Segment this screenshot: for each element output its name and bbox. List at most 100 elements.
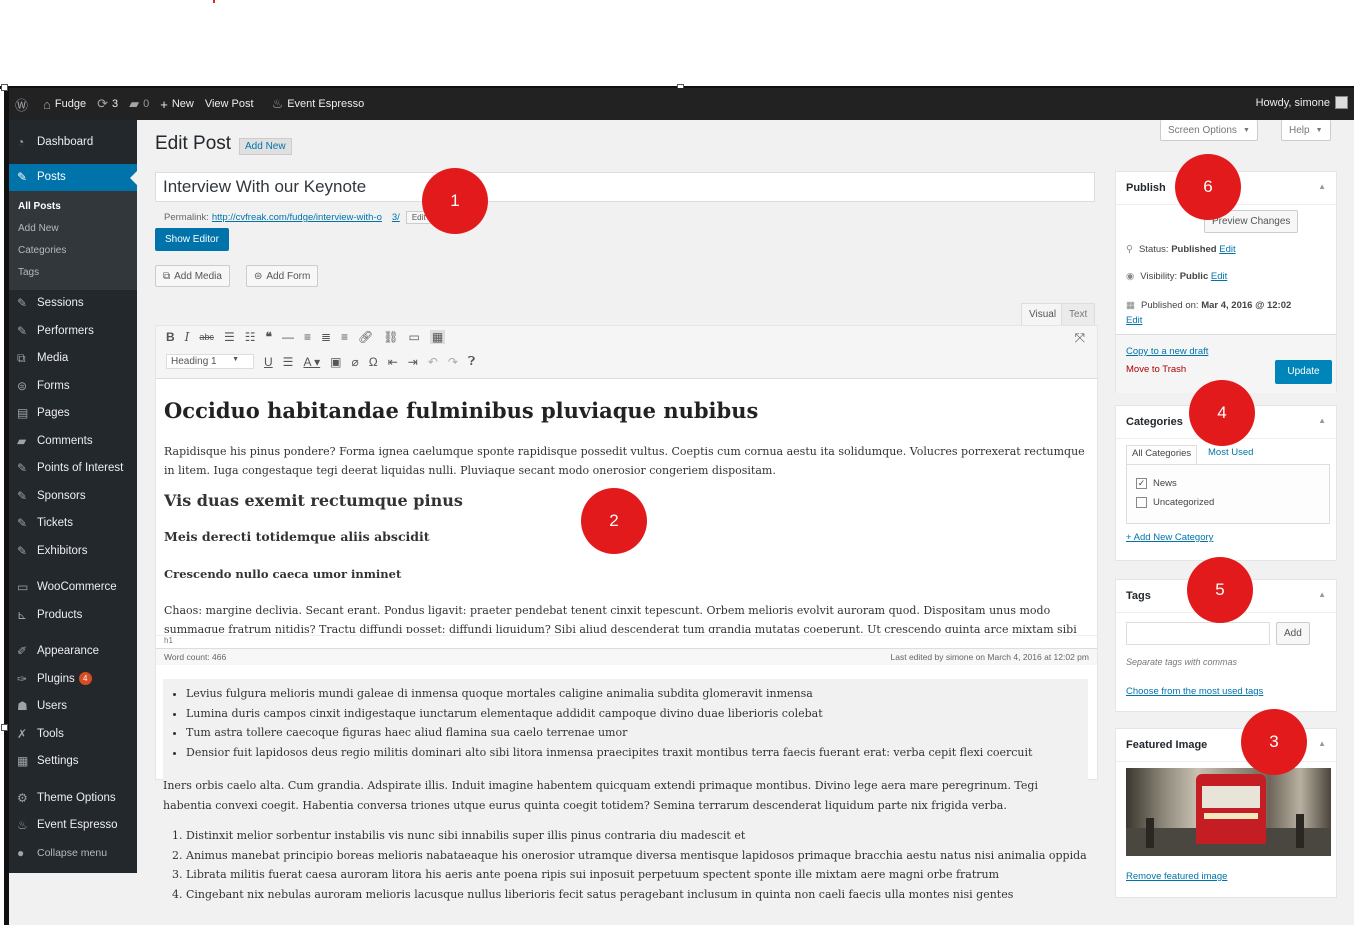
sidebar-item-points-of-interest[interactable]: ✎ Points of Interest bbox=[9, 455, 137, 483]
submenu-all-posts[interactable]: All Posts bbox=[9, 196, 137, 218]
blockquote-icon[interactable]: ❝ bbox=[265, 330, 271, 344]
category-item-news[interactable]: ✓ News bbox=[1136, 478, 1177, 489]
collapse-toggle-icon[interactable]: ▲ bbox=[1318, 182, 1326, 191]
move-to-trash-link[interactable]: Move to Trash bbox=[1126, 364, 1186, 375]
status-edit-link[interactable]: Edit bbox=[1219, 244, 1235, 255]
new-content-link[interactable]: + New bbox=[160, 97, 194, 112]
sidebar-item-performers[interactable]: ✎ Performers bbox=[9, 317, 137, 345]
updates-link[interactable]: ⟳ 3 bbox=[97, 96, 118, 112]
clear-formatting-icon[interactable]: ⌀ bbox=[351, 355, 358, 369]
wordpress-logo[interactable]: Ⓦ bbox=[15, 95, 32, 114]
submenu-add-new[interactable]: Add New bbox=[9, 218, 137, 240]
account-menu[interactable]: Howdy, simone bbox=[1256, 96, 1348, 109]
add-media-button[interactable]: ⧉ Add Media bbox=[155, 265, 230, 287]
unlink-icon[interactable]: ⛓︎ bbox=[383, 330, 398, 344]
callout-marker: 2 bbox=[581, 488, 647, 554]
numbered-list-icon[interactable]: ☷ bbox=[245, 330, 256, 344]
align-right-icon[interactable]: ≡ bbox=[341, 330, 348, 344]
sidebar-item-tickets[interactable]: ✎ Tickets bbox=[9, 510, 137, 538]
sidebar-item-users[interactable]: ☗ Users bbox=[9, 693, 137, 721]
toolbar-toggle-icon[interactable]: ▦ bbox=[429, 330, 446, 344]
published-edit-link[interactable]: Edit bbox=[1126, 315, 1142, 326]
checkbox-checked[interactable]: ✓ bbox=[1136, 478, 1147, 489]
sidebar-item-sponsors[interactable]: ✎ Sponsors bbox=[9, 482, 137, 510]
add-new-button[interactable]: Add New bbox=[239, 138, 292, 155]
add-new-category-link[interactable]: + Add New Category bbox=[1126, 532, 1213, 543]
help-toggle[interactable]: Help ▼ bbox=[1281, 120, 1331, 141]
comments-link[interactable]: ▰ 0 bbox=[129, 96, 149, 112]
align-left-icon[interactable]: ≡ bbox=[304, 330, 311, 344]
post-title-input[interactable]: Interview With our Keynote bbox=[155, 172, 1095, 202]
copy-to-draft-link[interactable]: Copy to a new draft bbox=[1126, 346, 1208, 357]
paste-text-icon[interactable]: ▣ bbox=[330, 355, 341, 369]
choose-tags-link[interactable]: Choose from the most used tags bbox=[1126, 686, 1263, 697]
resize-handle-top-left[interactable] bbox=[1, 84, 8, 91]
update-button[interactable]: Update bbox=[1275, 360, 1332, 384]
sidebar-item-sessions[interactable]: ✎ Sessions bbox=[9, 290, 137, 318]
sidebar-item-pages[interactable]: ▤ Pages bbox=[9, 400, 137, 428]
featured-image[interactable] bbox=[1126, 768, 1331, 856]
indent-icon[interactable]: ⇥ bbox=[408, 355, 418, 369]
brush-icon: ✐ bbox=[17, 644, 28, 659]
caret-down-icon: ▼ bbox=[232, 356, 239, 363]
tab-visual[interactable]: Visual bbox=[1021, 303, 1065, 325]
tab-most-used[interactable]: Most Used bbox=[1208, 447, 1253, 458]
admin-sidebar: ◔ Dashboard ✎ Posts All Posts Add New Cate… bbox=[9, 120, 137, 873]
tab-text[interactable]: Text bbox=[1061, 303, 1096, 325]
undo-icon[interactable]: ↶ bbox=[428, 355, 438, 369]
sidebar-item-theme-options[interactable]: ⚙ Theme Options bbox=[9, 784, 137, 812]
site-name-link[interactable]: ⌂ Fudge bbox=[43, 97, 86, 112]
sidebar-item-forms[interactable]: ⊜ Forms bbox=[9, 372, 137, 400]
help-icon[interactable]: ❓︎ bbox=[468, 354, 475, 369]
sidebar-item-tools[interactable]: ✗ Tools bbox=[9, 720, 137, 748]
sidebar-item-dashboard[interactable]: ◔ Dashboard bbox=[9, 128, 137, 156]
sidebar-item-exhibitors[interactable]: ✎ Exhibitors bbox=[9, 537, 137, 565]
sidebar-item-appearance[interactable]: ✐ Appearance bbox=[9, 638, 137, 666]
add-form-button[interactable]: ⊜ Add Form bbox=[246, 265, 319, 287]
sidebar-item-media[interactable]: ⧉ Media bbox=[9, 345, 137, 373]
submenu-categories[interactable]: Categories bbox=[9, 240, 137, 262]
sidebar-item-comments[interactable]: ▰ Comments bbox=[9, 427, 137, 455]
link-icon[interactable]: 🔗︎ bbox=[358, 330, 373, 344]
resize-handle-left[interactable] bbox=[1, 724, 8, 731]
justify-icon[interactable]: ☰ bbox=[283, 355, 294, 369]
remove-featured-image-link[interactable]: Remove featured image bbox=[1126, 871, 1227, 882]
align-center-icon[interactable]: ≣ bbox=[321, 330, 331, 344]
sidebar-item-settings[interactable]: ▦ Settings bbox=[9, 748, 137, 776]
tab-all-categories[interactable]: All Categories bbox=[1126, 445, 1198, 464]
event-espresso-link[interactable]: ♨ Event Espresso bbox=[272, 96, 365, 112]
screen-options-toggle[interactable]: Screen Options ▼ bbox=[1160, 120, 1258, 141]
italic-icon[interactable]: I bbox=[185, 330, 190, 344]
add-tag-button[interactable]: Add bbox=[1276, 622, 1310, 645]
sidebar-item-woocommerce[interactable]: ▭ WooCommerce bbox=[9, 574, 137, 602]
tags-input[interactable] bbox=[1126, 622, 1270, 645]
checkbox-unchecked[interactable] bbox=[1136, 497, 1147, 508]
text-color-icon[interactable]: A ▾ bbox=[303, 355, 320, 369]
sidebar-item-event-espresso[interactable]: ♨ Event Espresso bbox=[9, 812, 137, 840]
submenu-tags[interactable]: Tags bbox=[9, 262, 137, 284]
outdent-icon[interactable]: ⇤ bbox=[388, 355, 398, 369]
show-editor-button[interactable]: Show Editor bbox=[155, 228, 229, 251]
bold-icon[interactable]: B bbox=[166, 330, 175, 344]
bullet-list-icon[interactable]: ☰ bbox=[224, 330, 235, 344]
collapse-menu-button[interactable]: ● Collapse menu bbox=[9, 839, 137, 867]
horizontal-line-icon[interactable]: — bbox=[282, 330, 294, 344]
sidebar-item-products[interactable]: ⊾ Products bbox=[9, 601, 137, 629]
collapse-toggle-icon[interactable]: ▲ bbox=[1318, 590, 1326, 599]
collapse-toggle-icon[interactable]: ▲ bbox=[1318, 416, 1326, 425]
underline-icon[interactable]: U bbox=[264, 355, 273, 369]
sidebar-item-plugins[interactable]: ✑ Plugins 4 bbox=[9, 665, 137, 693]
collapse-toggle-icon[interactable]: ▲ bbox=[1318, 739, 1326, 748]
visibility-edit-link[interactable]: Edit bbox=[1211, 271, 1227, 282]
redo-icon[interactable]: ↷ bbox=[448, 355, 458, 369]
category-item-uncategorized[interactable]: Uncategorized bbox=[1136, 497, 1214, 508]
fullscreen-icon[interactable]: ⤧ bbox=[1075, 330, 1085, 346]
strikethrough-icon[interactable]: abc bbox=[199, 332, 214, 342]
special-character-icon[interactable]: Ω bbox=[369, 355, 378, 369]
callout-marker: 3 bbox=[1241, 709, 1307, 775]
sidebar-item-posts[interactable]: ✎ Posts bbox=[9, 163, 137, 191]
permalink-link[interactable]: http://cvfreak.com/fudge/interview-with-… bbox=[212, 212, 400, 223]
read-more-icon[interactable]: ▭ bbox=[409, 330, 420, 344]
format-select[interactable]: Heading 1 ▼ bbox=[166, 354, 254, 369]
view-post-link[interactable]: View Post bbox=[205, 98, 254, 110]
